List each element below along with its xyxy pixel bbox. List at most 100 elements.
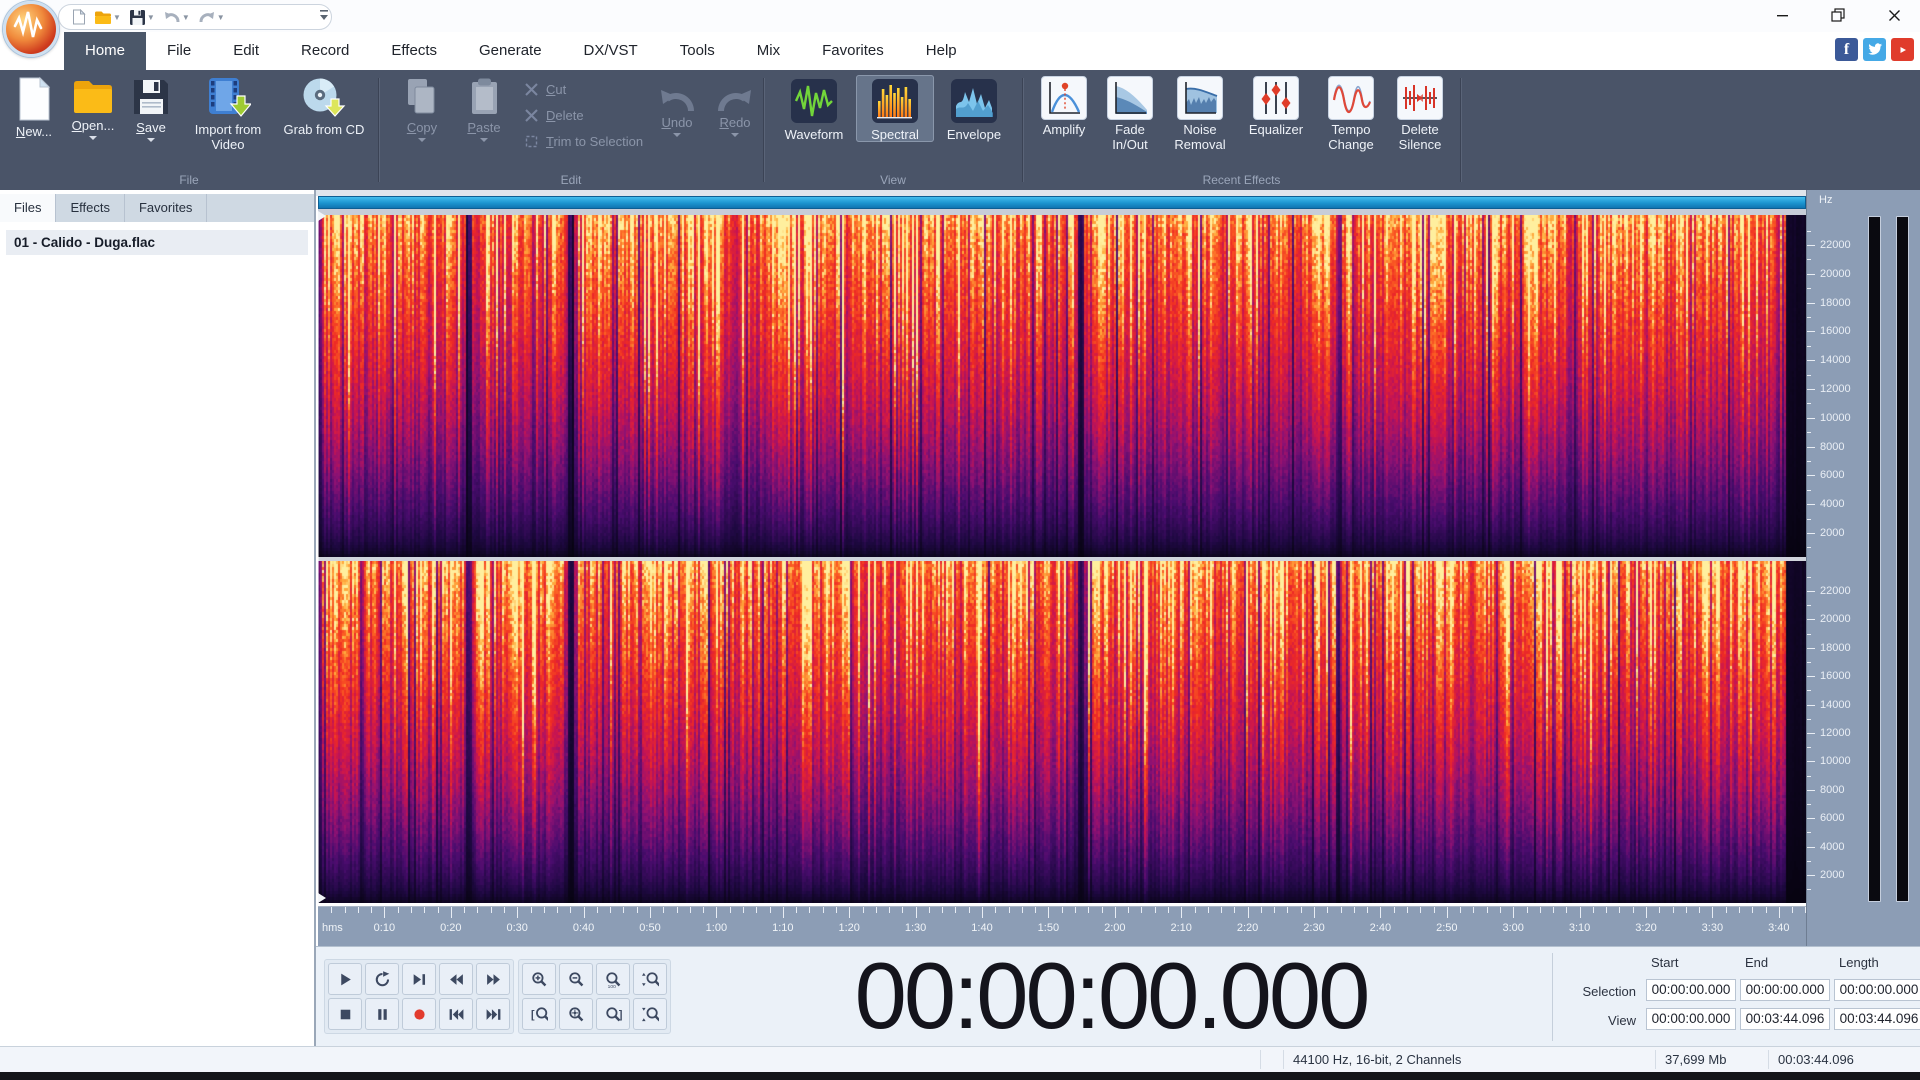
- view-end-field[interactable]: 00:03:44.096: [1740, 1008, 1830, 1030]
- timeline-ruler[interactable]: hms 0:10 0:20 0:30 0:40 0:50 1:00 1:10 1:20 1:30…: [318, 906, 1807, 946]
- spectrogram-channel-left[interactable]: [318, 215, 1806, 557]
- menu-tab-mix[interactable]: Mix: [736, 32, 801, 70]
- dropdown-caret-icon: [418, 138, 426, 146]
- tab-effects[interactable]: Effects: [56, 194, 125, 222]
- menu-tab-home[interactable]: Home: [64, 32, 147, 70]
- zoom-in-button[interactable]: [522, 963, 556, 995]
- qat-redo-button[interactable]: ▼: [195, 7, 228, 27]
- view-length-field[interactable]: 00:03:44.096: [1834, 1008, 1920, 1030]
- timeline-tick: [769, 907, 771, 913]
- youtube-button[interactable]: [1891, 38, 1914, 61]
- trim-to-selection-button[interactable]: Trim to Selection: [524, 134, 643, 149]
- zoom-vertical-out-button[interactable]: [633, 998, 667, 1030]
- ribbon-group-view: Waveform Spectral Envelope View: [764, 70, 1022, 190]
- menu-tab-tools[interactable]: Tools: [659, 32, 736, 70]
- timeline-tick: [955, 907, 957, 913]
- go-end-button[interactable]: [476, 998, 510, 1030]
- loop-button[interactable]: [365, 963, 399, 995]
- hz-unit-label: Hz: [1819, 194, 1833, 206]
- menu-tab-effects[interactable]: Effects: [370, 32, 458, 70]
- tab-files[interactable]: Files: [0, 194, 57, 222]
- freq-label: 20000: [1820, 613, 1851, 626]
- go-start-button[interactable]: [439, 998, 473, 1030]
- transport-panel: 100 [] 00:00:00.000 Start End Length Sele…: [316, 943, 1920, 1048]
- spectral-view-button[interactable]: Spectral: [856, 75, 934, 142]
- qat-new-button[interactable]: [69, 7, 89, 27]
- copy-button[interactable]: Copy: [393, 75, 451, 146]
- grab-from-cd-button[interactable]: Grab from CD: [278, 75, 370, 137]
- qat-save-button[interactable]: ▼: [126, 7, 158, 27]
- delete-silence-label: Delete Silence: [1398, 122, 1442, 152]
- view-start-field[interactable]: 00:00:00.000: [1646, 1008, 1736, 1030]
- column-header-start: Start: [1651, 955, 1679, 970]
- equalizer-button[interactable]: Equalizer: [1239, 75, 1313, 137]
- undo-button[interactable]: Undo: [651, 84, 703, 141]
- delete-silence-button[interactable]: Delete Silence: [1389, 75, 1451, 152]
- spectrogram-channel-right[interactable]: [318, 561, 1806, 903]
- zoom-selection-start-button[interactable]: [: [522, 998, 556, 1030]
- import-from-video-button[interactable]: Import from Video: [182, 75, 274, 152]
- maximize-button[interactable]: [1816, 0, 1860, 30]
- selection-end-field[interactable]: 00:00:00.000: [1740, 979, 1830, 1001]
- level-meter-left: [1868, 216, 1881, 902]
- zoom-selection-end-button[interactable]: ]: [596, 998, 630, 1030]
- menu-tab-favorites[interactable]: Favorites: [801, 32, 905, 70]
- play-button[interactable]: [328, 963, 362, 995]
- timeline-tick: [464, 907, 466, 913]
- app-logo-icon[interactable]: [3, 1, 59, 57]
- twitter-button[interactable]: [1863, 38, 1886, 61]
- cut-icon: [525, 83, 538, 96]
- play-next-button[interactable]: [402, 963, 436, 995]
- menu-tab-file[interactable]: File: [146, 32, 212, 70]
- zoom-out-button[interactable]: [559, 963, 593, 995]
- paste-button[interactable]: Paste: [455, 75, 513, 146]
- menu-tab-edit[interactable]: Edit: [212, 32, 280, 70]
- open-button[interactable]: Open...: [64, 75, 122, 144]
- horizontal-scrollbar[interactable]: [318, 196, 1806, 209]
- qat-open-button[interactable]: ▼: [91, 7, 124, 27]
- selection-length-field[interactable]: 00:00:00.000: [1834, 979, 1920, 1001]
- delete-button[interactable]: Delete: [524, 108, 584, 123]
- minimize-button[interactable]: [1760, 0, 1804, 30]
- cursor-marker-bottom-icon[interactable]: [318, 893, 326, 903]
- timeline-tick: [530, 907, 532, 913]
- tab-favorites[interactable]: Favorites: [125, 194, 208, 222]
- cut-button[interactable]: Cut: [524, 82, 566, 97]
- menu-tab-dxvst[interactable]: DX/VST: [563, 32, 659, 70]
- qat-undo-button[interactable]: ▼: [160, 7, 193, 27]
- file-list-item[interactable]: 01 - Calido - Duga.flac: [6, 230, 308, 255]
- fade-in-out-button[interactable]: Fade In/Out: [1099, 75, 1161, 152]
- facebook-button[interactable]: f: [1835, 38, 1858, 61]
- menu-tab-help[interactable]: Help: [905, 32, 978, 70]
- waveform-view-button[interactable]: Waveform: [774, 75, 854, 142]
- selection-start-field[interactable]: 00:00:00.000: [1646, 979, 1736, 1001]
- pause-button[interactable]: [365, 998, 399, 1030]
- timeline-tick: [875, 907, 877, 913]
- fast-forward-button[interactable]: [476, 963, 510, 995]
- tempo-change-button[interactable]: Tempo Change: [1317, 75, 1385, 152]
- redo-button[interactable]: Redo: [709, 84, 761, 141]
- timeline-tick: [689, 907, 691, 913]
- zoom-center-button[interactable]: [559, 998, 593, 1030]
- noise-removal-button[interactable]: Noise Removal: [1165, 75, 1235, 152]
- stop-button[interactable]: [328, 998, 362, 1030]
- timeline-tick: [1353, 907, 1355, 913]
- freq-tick: [1807, 789, 1815, 791]
- zoom-100-button[interactable]: 100: [596, 963, 630, 995]
- zoom-vertical-in-button[interactable]: [633, 963, 667, 995]
- qat-customize-button[interactable]: [318, 8, 330, 27]
- timeline-tick: [1300, 907, 1302, 913]
- cursor-marker-top-icon[interactable]: [318, 211, 326, 221]
- record-button[interactable]: [402, 998, 436, 1030]
- timeline-tick: [782, 907, 784, 918]
- freq-tick: [1807, 489, 1811, 491]
- amplify-button[interactable]: Amplify: [1033, 75, 1095, 137]
- menu-tab-record[interactable]: Record: [280, 32, 370, 70]
- menu-tab-generate[interactable]: Generate: [458, 32, 563, 70]
- close-button[interactable]: [1872, 0, 1916, 30]
- new-button[interactable]: New...: [6, 75, 62, 139]
- save-button[interactable]: Save: [124, 75, 178, 146]
- rewind-button[interactable]: [439, 963, 473, 995]
- envelope-view-button[interactable]: Envelope: [936, 75, 1012, 142]
- fast-forward-icon: [486, 973, 500, 985]
